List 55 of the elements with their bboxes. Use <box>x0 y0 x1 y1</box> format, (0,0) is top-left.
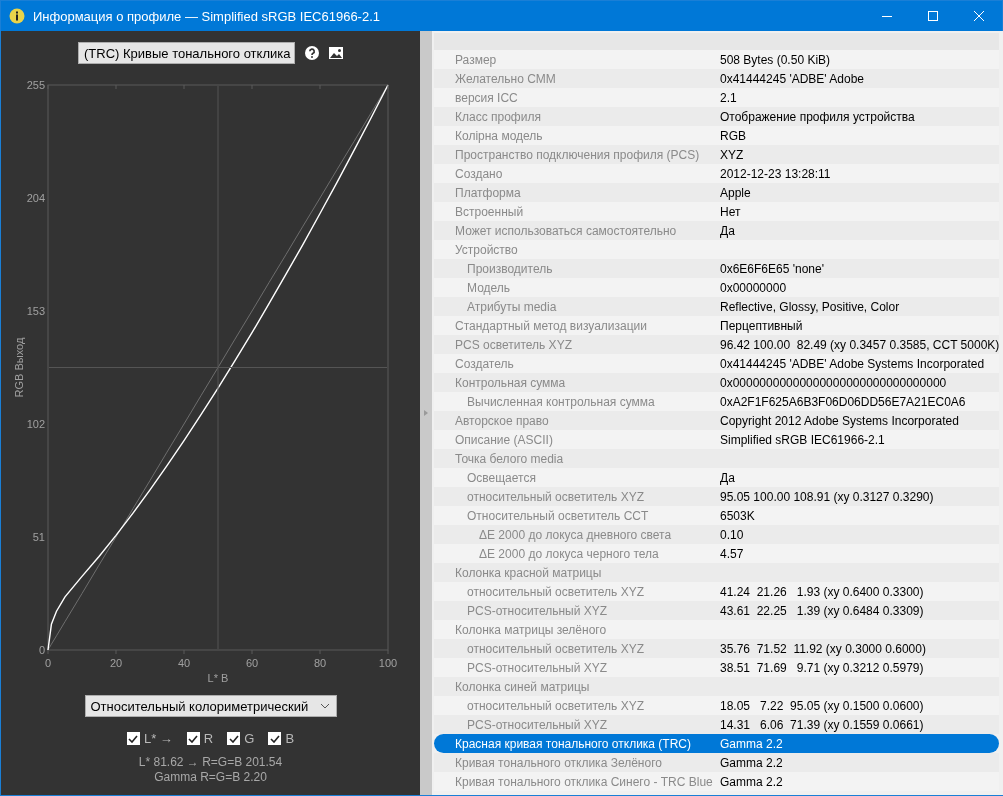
checkbox-label: R <box>203 731 214 746</box>
image-icon[interactable] <box>329 47 343 59</box>
property-row[interactable]: Авторское право Copyright 2012 Adobe Systems Incorporated <box>434 411 1000 430</box>
y-tick-label: 153 <box>26 305 45 317</box>
window-title: Информация о профиле — Simplified sRGB IEC61966-2.1 <box>33 8 380 24</box>
chevron-icon <box>319 703 330 709</box>
checkmark-icon <box>128 734 139 743</box>
close-icon <box>974 11 984 21</box>
maximize-icon <box>928 11 938 21</box>
property-row[interactable]: относительный осветитель XYZ 95.05 100.00 108.91 (xy 0.3127 0.3290) <box>434 487 1000 506</box>
property-row[interactable]: PCS-относительный XYZ 43.61 22.25 1.39 (xy 0.6484 0.3309) <box>434 601 1000 620</box>
y-tick-label: 204 <box>26 192 45 204</box>
info-icon <box>9 8 25 24</box>
y-axis-label: RGB Выход <box>12 337 25 398</box>
property-row[interactable]: Контрольная сумма 0x00000000000000000000000000000000 <box>434 373 1000 392</box>
property-row[interactable]: Класс профиля Отображение профиля устройства <box>434 107 1000 126</box>
checkbox-label: G <box>244 731 255 746</box>
curve-readout: L* 81.62 → R=G=B 201.54 <box>138 755 283 770</box>
checkbox[interactable] <box>227 732 241 745</box>
property-row[interactable]: Атрибуты media Reflective, Glossy, Positive, Color <box>434 297 1000 316</box>
property-row[interactable]: ΔE 2000 до локуса дневного света 0.10 <box>434 525 1000 544</box>
property-row[interactable]: Желательно CMM 0x41444245 'ADBE' Adobe <box>434 69 1000 88</box>
x-tick-label: 80 <box>313 657 326 669</box>
property-row[interactable]: PCS-относительный XYZ 14.31 6.06 71.39 (xy 0.1559 0.0661) <box>434 715 1000 734</box>
x-tick-label: 60 <box>245 657 258 669</box>
property-row[interactable]: относительный осветитель XYZ 35.76 71.52 11.92 (xy 0.3000 0.6000) <box>434 639 1000 658</box>
property-row[interactable]: Может использоваться самостоятельно Да <box>434 221 1000 240</box>
help-icon[interactable] <box>305 46 319 60</box>
property-row[interactable]: Платформа Apple <box>434 183 1000 202</box>
x-tick-label: 40 <box>177 657 190 669</box>
checkbox[interactable] <box>186 732 200 745</box>
arrow-icon <box>424 410 428 416</box>
checkbox[interactable] <box>268 732 282 745</box>
checkbox-label: B <box>285 731 295 746</box>
y-tick-label: 0 <box>38 644 45 656</box>
x-tick-label: 0 <box>44 657 51 669</box>
y-tick-label: 255 <box>26 79 45 91</box>
x-axis-label: L* B <box>207 672 228 684</box>
intent-dropdown[interactable]: Относительный колориметрический <box>84 695 337 717</box>
x-tick-label: 20 <box>109 657 122 669</box>
property-row[interactable]: Красная кривая тонального отклика (TRC) Gamma 2.2 <box>434 734 1000 753</box>
checkmark-icon <box>269 734 280 743</box>
y-tick-label: 102 <box>26 418 45 430</box>
curve-readout: Gamma R=G=B 2.20 <box>153 770 268 785</box>
y-tick-label: 51 <box>32 531 45 543</box>
checkbox[interactable] <box>126 732 140 745</box>
checkbox-label: L* → <box>143 731 173 746</box>
checkmark-icon <box>188 734 199 743</box>
property-row[interactable]: PCS осветитель XYZ 96.42 100.00 82.49 (xy 0.3457 0.3585, CCT 5000K) <box>434 335 1000 354</box>
x-tick-label: 100 <box>378 657 397 669</box>
property-row[interactable]: Кривая тонального отклика Зелёного Gamma 2.2 <box>434 753 1000 772</box>
curve-dropdown[interactable]: (TRC) Кривые тонального отклика <box>78 42 295 64</box>
checkmark-icon <box>228 734 239 743</box>
property-row[interactable]: Пространство подключения профиля (PCS) XYZ <box>434 145 1000 164</box>
property-row[interactable]: Производитель 0x6E6F6E65 'none' <box>434 259 1000 278</box>
